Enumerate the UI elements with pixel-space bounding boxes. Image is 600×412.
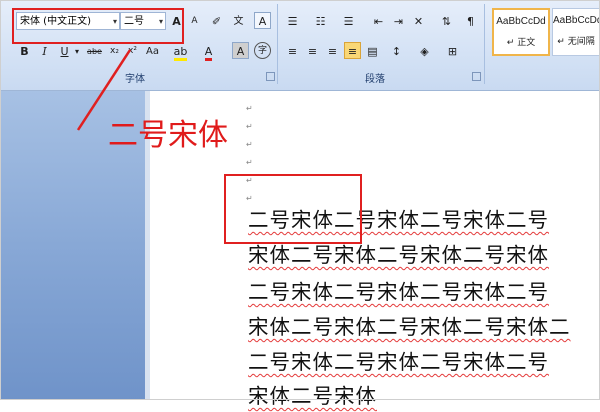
callout-line [76, 49, 132, 131]
callout-label: 二号宋体 [108, 118, 228, 153]
